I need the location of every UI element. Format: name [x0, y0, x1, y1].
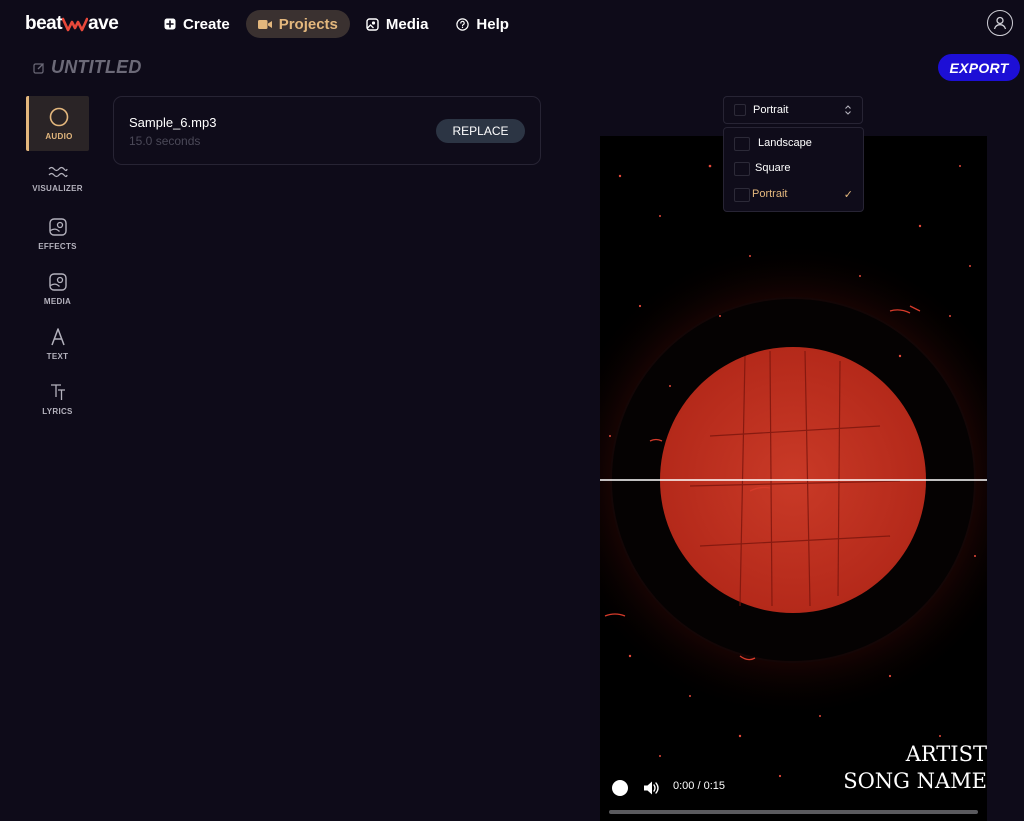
waveform-icon: [48, 166, 68, 177]
lyrics-tt-icon: [50, 383, 65, 400]
tool-media[interactable]: MEDIA: [26, 261, 89, 316]
nav-help-label: Help: [476, 15, 509, 33]
tool-lyrics-label: LYRICS: [42, 406, 73, 416]
audio-file-card: Sample_6.mp3 15.0 seconds REPLACE: [113, 96, 541, 165]
user-avatar-button[interactable]: [987, 10, 1013, 36]
aspect-ratio-menu: Landscape Square Portrait ✓: [723, 127, 864, 212]
tool-effects-label: EFFECTS: [38, 241, 77, 251]
volume-icon[interactable]: [642, 779, 660, 797]
visualizer-artwork: [600, 136, 987, 821]
nav-create-label: Create: [183, 15, 230, 33]
nav-media-label: Media: [385, 15, 429, 33]
effects-icon: [48, 217, 67, 236]
play-icon[interactable]: [611, 779, 629, 797]
project-title[interactable]: UNTITLED: [51, 57, 142, 78]
tool-visualizer-label: VISUALIZER: [32, 183, 83, 193]
tool-audio-label: AUDIO: [45, 131, 73, 141]
circle-icon: [49, 107, 69, 126]
logo-wave-icon: [62, 17, 89, 32]
check-icon: ✓: [843, 189, 853, 201]
question-circle-icon: [456, 17, 470, 31]
aspect-option-label: Portrait: [752, 188, 788, 200]
nav-media[interactable]: Media: [354, 10, 441, 38]
nav-projects[interactable]: Projects: [245, 10, 350, 38]
audio-filename: Sample_6.mp3: [129, 115, 217, 130]
beatwave-logo[interactable]: beat ave: [25, 12, 119, 36]
tool-visualizer[interactable]: VISUALIZER: [26, 151, 89, 206]
image-icon: [366, 17, 379, 31]
aspect-option-square[interactable]: Square: [724, 157, 863, 181]
tool-sidebar: AUDIO VISUALIZER EFFECTS MEDIA TEXT LYRI…: [26, 96, 89, 426]
aspect-ratio-select[interactable]: Portrait: [723, 96, 863, 124]
export-button[interactable]: EXPORT: [938, 54, 1020, 81]
video-camera-icon: [257, 19, 272, 30]
aspect-option-label: Landscape: [758, 137, 812, 149]
audio-duration: 15.0 seconds: [129, 134, 201, 148]
playback-time: 0:00 / 0:15: [673, 780, 725, 792]
media-icon: [48, 272, 67, 291]
aspect-select-swatch: [734, 104, 746, 116]
tool-effects[interactable]: EFFECTS: [26, 206, 89, 261]
main-nav: Create Projects Media Help: [152, 10, 521, 38]
edit-title-icon[interactable]: [33, 62, 45, 74]
square-swatch: [734, 162, 750, 176]
landscape-swatch: [734, 137, 750, 151]
replace-audio-button[interactable]: REPLACE: [436, 119, 525, 143]
nav-create[interactable]: Create: [152, 10, 242, 38]
aspect-option-landscape[interactable]: Landscape: [724, 132, 863, 156]
logo-text-ave: ave: [88, 13, 119, 34]
tool-text-label: TEXT: [46, 351, 69, 361]
video-preview[interactable]: ARTIST SONG NAME 0:00 / 0:15: [600, 136, 987, 821]
tool-lyrics[interactable]: LYRICS: [26, 371, 89, 426]
artist-text: ARTIST: [905, 742, 987, 766]
text-a-icon: [50, 327, 65, 345]
portrait-swatch: [734, 188, 750, 202]
tool-audio[interactable]: AUDIO: [26, 96, 89, 151]
chevron-updown-icon: [845, 105, 851, 115]
nav-projects-label: Projects: [278, 15, 338, 33]
plus-square-icon: [164, 18, 176, 30]
tool-media-label: MEDIA: [43, 296, 72, 306]
logo-text-beat: beat: [25, 13, 63, 34]
progress-bar[interactable]: [609, 810, 978, 814]
aspect-option-portrait[interactable]: Portrait ✓: [724, 183, 863, 207]
aspect-option-label: Square: [755, 162, 791, 174]
tool-text[interactable]: TEXT: [26, 316, 89, 371]
project-title-row[interactable]: UNTITLED: [33, 57, 142, 78]
nav-help[interactable]: Help: [444, 10, 521, 38]
media-player-controls: 0:00 / 0:15: [600, 776, 987, 821]
user-icon: [993, 16, 1007, 30]
aspect-selected-value: Portrait: [753, 104, 789, 116]
